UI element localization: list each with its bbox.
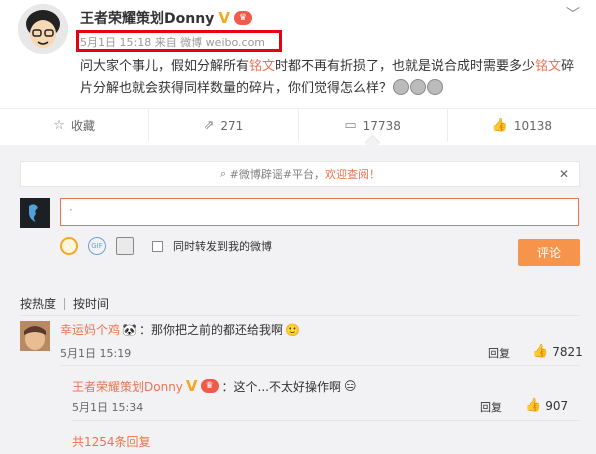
reply-time: 5月1日 15:34 — [72, 401, 144, 414]
commenter-avatar[interactable] — [20, 321, 50, 351]
topic-banner[interactable]: ⌕ #微博辟谣#平台， 欢迎查阅！ ✕ — [20, 161, 580, 187]
panda-icon: 🐼 — [122, 322, 137, 337]
comment-icon: ▭ — [344, 118, 357, 133]
topic-link[interactable]: 铭文 — [249, 59, 275, 74]
star-icon: ☆ — [53, 118, 65, 133]
tab-sort-time[interactable]: 按时间 — [73, 295, 109, 312]
comment-section: ⌕ #微博辟谣#平台， 欢迎查阅！ ✕ · GIF 同时转发到我的微博 评论 按… — [0, 145, 596, 454]
reply-button[interactable]: 回复 — [488, 345, 510, 361]
favorite-button[interactable]: ☆ 收藏 — [0, 109, 150, 142]
comment-time: 5月1日 15:19 — [60, 347, 132, 360]
image-icon[interactable] — [116, 237, 134, 255]
sort-tabs: 按热度 按时间 — [20, 295, 109, 312]
reply-author-name[interactable]: 王者荣耀策划Donny — [72, 378, 183, 395]
verified-icon: V — [218, 9, 230, 27]
comment-like-button[interactable]: 👍 7821 — [532, 344, 583, 359]
gif-icon[interactable]: GIF — [88, 237, 106, 255]
forward-checkbox[interactable] — [152, 240, 163, 252]
like-button[interactable]: 👍 10138 — [448, 109, 596, 142]
close-icon[interactable]: ✕ — [559, 167, 569, 181]
post-actions: ☆ 收藏 ⇗ 271 ▭ 17738 👍 10138 — [0, 108, 596, 142]
emoji-icon: 🙂 — [284, 322, 300, 337]
post-text: 问大家个事儿，假如分解所有铭文时都不再有折损了，也就是说合成时需要多少铭文碎片分… — [80, 59, 575, 96]
commenter-name[interactable]: 幸运妈个鸡 — [60, 321, 120, 338]
comment-button[interactable]: ▭ 17738 — [299, 109, 448, 142]
comment-content: 幸运妈个鸡 🐼 ：那你把之前的都还给我啊 🙂 — [60, 321, 300, 338]
forward-label: 同时转发到我的微博 — [173, 240, 272, 253]
emoji-icon — [393, 79, 410, 95]
comment-toolbar: GIF 同时转发到我的微博 — [60, 237, 272, 255]
emoji-icon — [410, 79, 427, 95]
author-name[interactable]: 王者荣耀策划Donny — [80, 8, 214, 28]
weibo-post: 王者荣耀策划Donny V ♛ ﹀ 5月1日 15:18 来自 微博 weibo… — [0, 0, 596, 145]
comment-input[interactable]: · — [60, 198, 579, 226]
repost-button[interactable]: ⇗ 271 — [149, 109, 299, 142]
emoji-icon: 😑 — [343, 379, 357, 393]
reply-button[interactable]: 回复 — [480, 399, 502, 415]
search-icon: ⌕ — [219, 167, 230, 180]
more-replies-link[interactable]: 共1254条回复 — [72, 433, 151, 450]
member-badge-icon: ♛ — [233, 11, 252, 25]
divider — [64, 297, 66, 310]
chevron-down-icon[interactable]: ﹀ — [566, 4, 580, 24]
my-avatar — [20, 198, 50, 228]
divider — [60, 365, 580, 366]
post-meta: 5月1日 15:18 来自 微博 weibo.com — [80, 36, 266, 49]
divider — [72, 420, 580, 421]
member-badge-icon: ♛ — [200, 379, 219, 393]
thumbs-up-icon: 👍 — [491, 118, 508, 133]
author-avatar[interactable] — [18, 4, 68, 54]
submit-comment-button[interactable]: 评论 — [518, 239, 580, 266]
emoji-picker-icon[interactable] — [60, 237, 78, 255]
reply-content: 王者荣耀策划Donny V ♛ ：这个...不太好操作啊 😑 — [72, 377, 357, 395]
thumbs-up-icon: 👍 — [525, 398, 542, 413]
topic-link[interactable]: 铭文 — [535, 59, 561, 74]
divider — [20, 315, 580, 316]
tab-sort-hot[interactable]: 按热度 — [20, 295, 56, 312]
share-icon: ⇗ — [203, 118, 215, 133]
thumbs-up-icon: 👍 — [532, 344, 549, 359]
reply-like-button[interactable]: 👍 907 — [525, 398, 568, 413]
verified-icon: V — [185, 377, 198, 395]
emoji-icon — [427, 79, 444, 95]
